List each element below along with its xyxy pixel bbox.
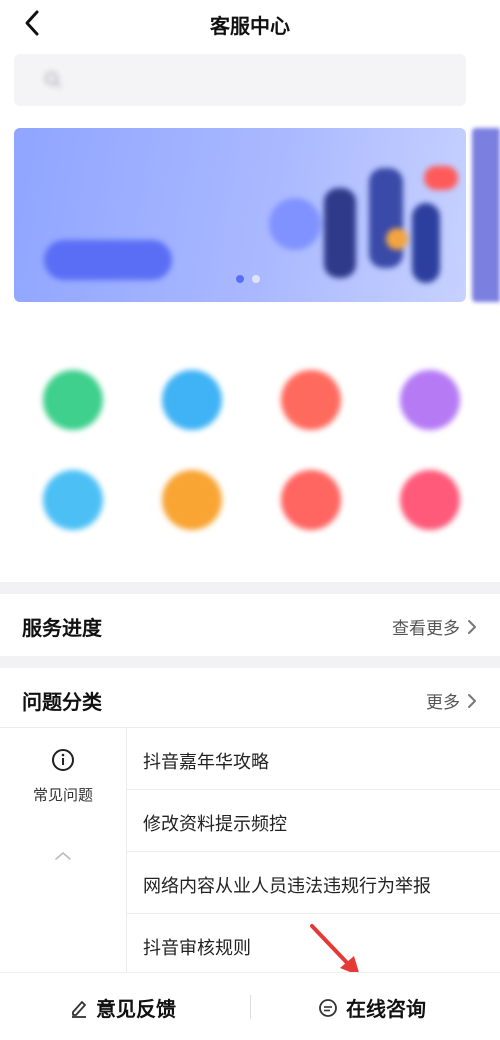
service-icon	[400, 370, 460, 430]
info-circle-icon	[52, 749, 74, 771]
online-consult-label: 在线咨询	[346, 997, 426, 1021]
service-item[interactable]	[256, 470, 366, 580]
banner-dot	[252, 275, 260, 283]
service-progress-more[interactable]: 查看更多	[392, 614, 478, 639]
service-icon	[281, 370, 341, 430]
service-icon	[400, 470, 460, 530]
question-text: 抖音审核规则	[143, 938, 251, 959]
chat-bubble-icon	[319, 998, 337, 1017]
service-item[interactable]	[375, 470, 485, 580]
banner-dot-active	[236, 275, 244, 283]
more-label: 查看更多	[392, 619, 460, 639]
feedback-label: 意见反馈	[96, 997, 176, 1021]
header: 客服中心	[0, 0, 500, 48]
service-icon	[43, 470, 103, 530]
chevron-up-icon[interactable]	[51, 848, 75, 864]
banner-button	[44, 240, 172, 280]
feedback-button[interactable]: 意见反馈	[70, 993, 176, 1022]
service-icon	[162, 470, 222, 530]
question-item[interactable]: 抖音嘉年华攻略	[127, 728, 500, 790]
more-label: 更多	[426, 693, 460, 713]
category-tab-common[interactable]: 常见问题	[0, 728, 126, 978]
service-item[interactable]	[256, 370, 366, 480]
question-item[interactable]: 修改资料提示频控	[127, 790, 500, 852]
question-text: 抖音嘉年华攻略	[143, 752, 269, 773]
question-item[interactable]: 网络内容从业人员违法违规行为举报	[127, 852, 500, 914]
section-divider	[0, 656, 500, 668]
search-icon	[45, 72, 61, 88]
category-more[interactable]: 更多	[426, 688, 478, 713]
pencil-icon	[72, 1000, 86, 1018]
service-item[interactable]	[18, 470, 128, 580]
service-icon	[162, 370, 222, 430]
chevron-right-icon	[468, 693, 476, 708]
page-title: 客服中心	[210, 14, 290, 38]
service-item[interactable]	[137, 370, 247, 480]
search-bar[interactable]	[14, 54, 466, 106]
service-icon	[281, 470, 341, 530]
service-item[interactable]	[375, 370, 485, 480]
bottom-bar-separator	[250, 995, 251, 1019]
question-text: 修改资料提示频控	[143, 814, 287, 835]
section-divider	[0, 582, 500, 594]
online-consult-button[interactable]: 在线咨询	[318, 993, 426, 1022]
service-item[interactable]	[18, 370, 128, 480]
service-progress-title: 服务进度	[22, 616, 102, 640]
service-item[interactable]	[137, 470, 247, 580]
category-tab-label: 常见问题	[32, 786, 93, 804]
chevron-right-icon	[468, 619, 476, 634]
category-title: 问题分类	[22, 690, 102, 714]
service-icon	[43, 370, 103, 430]
question-text: 网络内容从业人员违法违规行为举报	[143, 876, 431, 897]
banner-next-peek	[472, 128, 500, 302]
bottom-bar: 意见反馈 在线咨询	[0, 972, 500, 1040]
